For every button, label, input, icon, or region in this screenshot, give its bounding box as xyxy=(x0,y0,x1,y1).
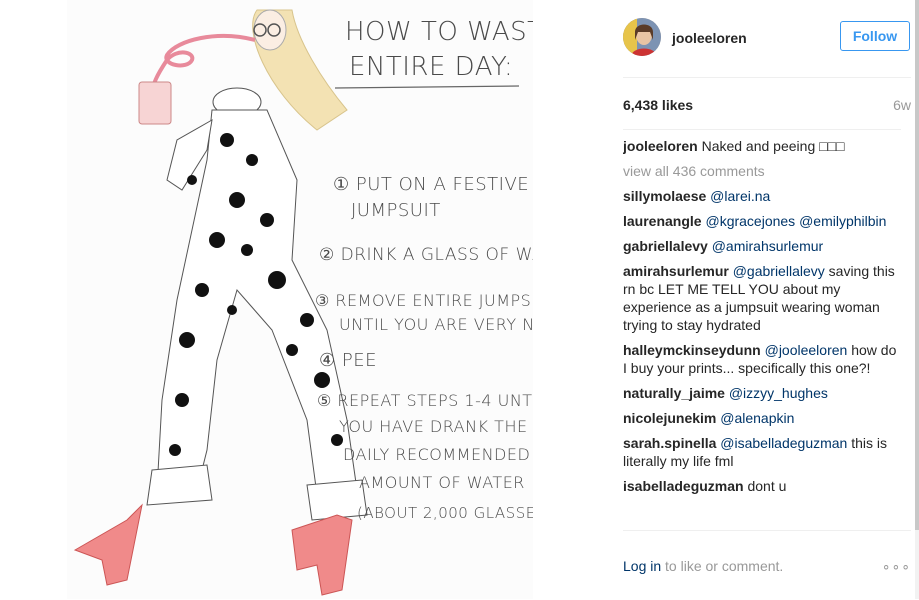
comment: nicolejunekim @alenapkin xyxy=(623,409,901,427)
comment: isabelladeguzman dont u xyxy=(623,477,901,495)
follow-button[interactable]: Follow xyxy=(840,21,910,51)
comment: amirahsurlemur @gabriellalevy saving thi… xyxy=(623,262,901,334)
post-panel: jooleeloren Follow 6,438 likes 6w joolee… xyxy=(623,0,911,599)
comment-mention[interactable]: @isabelladeguzman xyxy=(720,435,847,451)
step-2: ② DRINK A GLASS OF WATER xyxy=(319,245,533,265)
scrollbar[interactable] xyxy=(915,0,919,599)
likes-count[interactable]: 6,438 likes xyxy=(623,97,693,113)
post-footer: Log in to like or comment. ∘∘∘ xyxy=(623,530,911,600)
step-3-a: ③ REMOVE ENTIRE JUMPSUIT xyxy=(315,291,533,310)
comment-user[interactable]: isabelladeguzman xyxy=(623,478,744,494)
comment-mention[interactable]: @jooleeloren xyxy=(765,342,848,358)
step-3-b: UNTIL YOU ARE VERY NUDE xyxy=(339,315,533,334)
comment-mention[interactable]: @alenapkin xyxy=(720,410,794,426)
avatar-image xyxy=(623,18,661,56)
comment-user[interactable]: halleymckinseydunn xyxy=(623,342,761,358)
comment: sillymolaese @larei.na xyxy=(623,187,901,205)
comment-user[interactable]: amirahsurlemur xyxy=(623,263,729,279)
login-link[interactable]: Log in xyxy=(623,558,661,574)
step-4: ④ PEE xyxy=(319,350,377,371)
username[interactable]: jooleeloren xyxy=(672,30,747,46)
post-image[interactable]: HOW TO WASTE AN ENTIRE DAY: ① PUT ON A F… xyxy=(67,0,533,599)
comment-text: dont u xyxy=(747,478,787,494)
comment: sarah.spinella @isabelladeguzman this is… xyxy=(623,434,901,470)
comments-list[interactable]: jooleeloren Naked and peeing □□□ view al… xyxy=(623,129,901,530)
login-rest: to like or comment. xyxy=(665,558,784,574)
title-line-1: HOW TO WASTE AN xyxy=(345,17,533,47)
illustration: HOW TO WASTE AN ENTIRE DAY: ① PUT ON A F… xyxy=(67,0,533,599)
step-5-c: DAILY RECOMMENDED xyxy=(343,445,530,464)
caption-user[interactable]: jooleeloren xyxy=(623,138,698,154)
step-1-b: JUMPSUIT xyxy=(351,200,441,221)
post-header: jooleeloren Follow xyxy=(623,15,911,78)
comment-mention[interactable]: @kgracejones @emilyphilbin xyxy=(705,213,886,229)
comment: laurenangle @kgracejones @emilyphilbin xyxy=(623,212,901,230)
avatar[interactable] xyxy=(623,18,661,56)
comment: halleymckinseydunn @jooleeloren how do I… xyxy=(623,341,901,377)
caption-text: Naked and peeing □□□ xyxy=(701,138,845,154)
view-all-comments[interactable]: view all 436 comments xyxy=(623,162,901,180)
comment-mention[interactable]: @gabriellalevy xyxy=(733,263,825,279)
more-options-icon[interactable]: ∘∘∘ xyxy=(882,558,911,575)
comment-user[interactable]: sillymolaese xyxy=(623,188,706,204)
comment-mention[interactable]: @amirahsurlemur xyxy=(712,238,823,254)
step-5-b: YOU HAVE DRANK THE xyxy=(339,417,528,436)
login-prompt: Log in to like or comment. xyxy=(623,558,783,574)
step-5-e: (ABOUT 2,000 GLASSES) xyxy=(357,504,533,522)
comment-mention[interactable]: @larei.na xyxy=(710,188,770,204)
comment: gabriellalevy @amirahsurlemur xyxy=(623,237,901,255)
scrollbar-thumb[interactable] xyxy=(915,0,919,530)
comment-user[interactable]: sarah.spinella xyxy=(623,435,716,451)
comment-user[interactable]: gabriellalevy xyxy=(623,238,708,254)
title-line-2: ENTIRE DAY: xyxy=(349,52,513,82)
comment-mention[interactable]: @izzyy_hughes xyxy=(729,385,828,401)
comment-user[interactable]: nicolejunekim xyxy=(623,410,716,426)
step-5-a: ⑤ REPEAT STEPS 1-4 UNTIL xyxy=(317,391,533,410)
step-5-d: AMOUNT OF WATER xyxy=(359,473,525,492)
caption: jooleeloren Naked and peeing □□□ xyxy=(623,137,901,155)
post-age[interactable]: 6w xyxy=(893,97,911,113)
comment: naturally_jaime @izzyy_hughes xyxy=(623,384,901,402)
comment-user[interactable]: laurenangle xyxy=(623,213,702,229)
step-1-a: ① PUT ON A FESTIVE xyxy=(333,174,529,195)
comment-user[interactable]: naturally_jaime xyxy=(623,385,725,401)
